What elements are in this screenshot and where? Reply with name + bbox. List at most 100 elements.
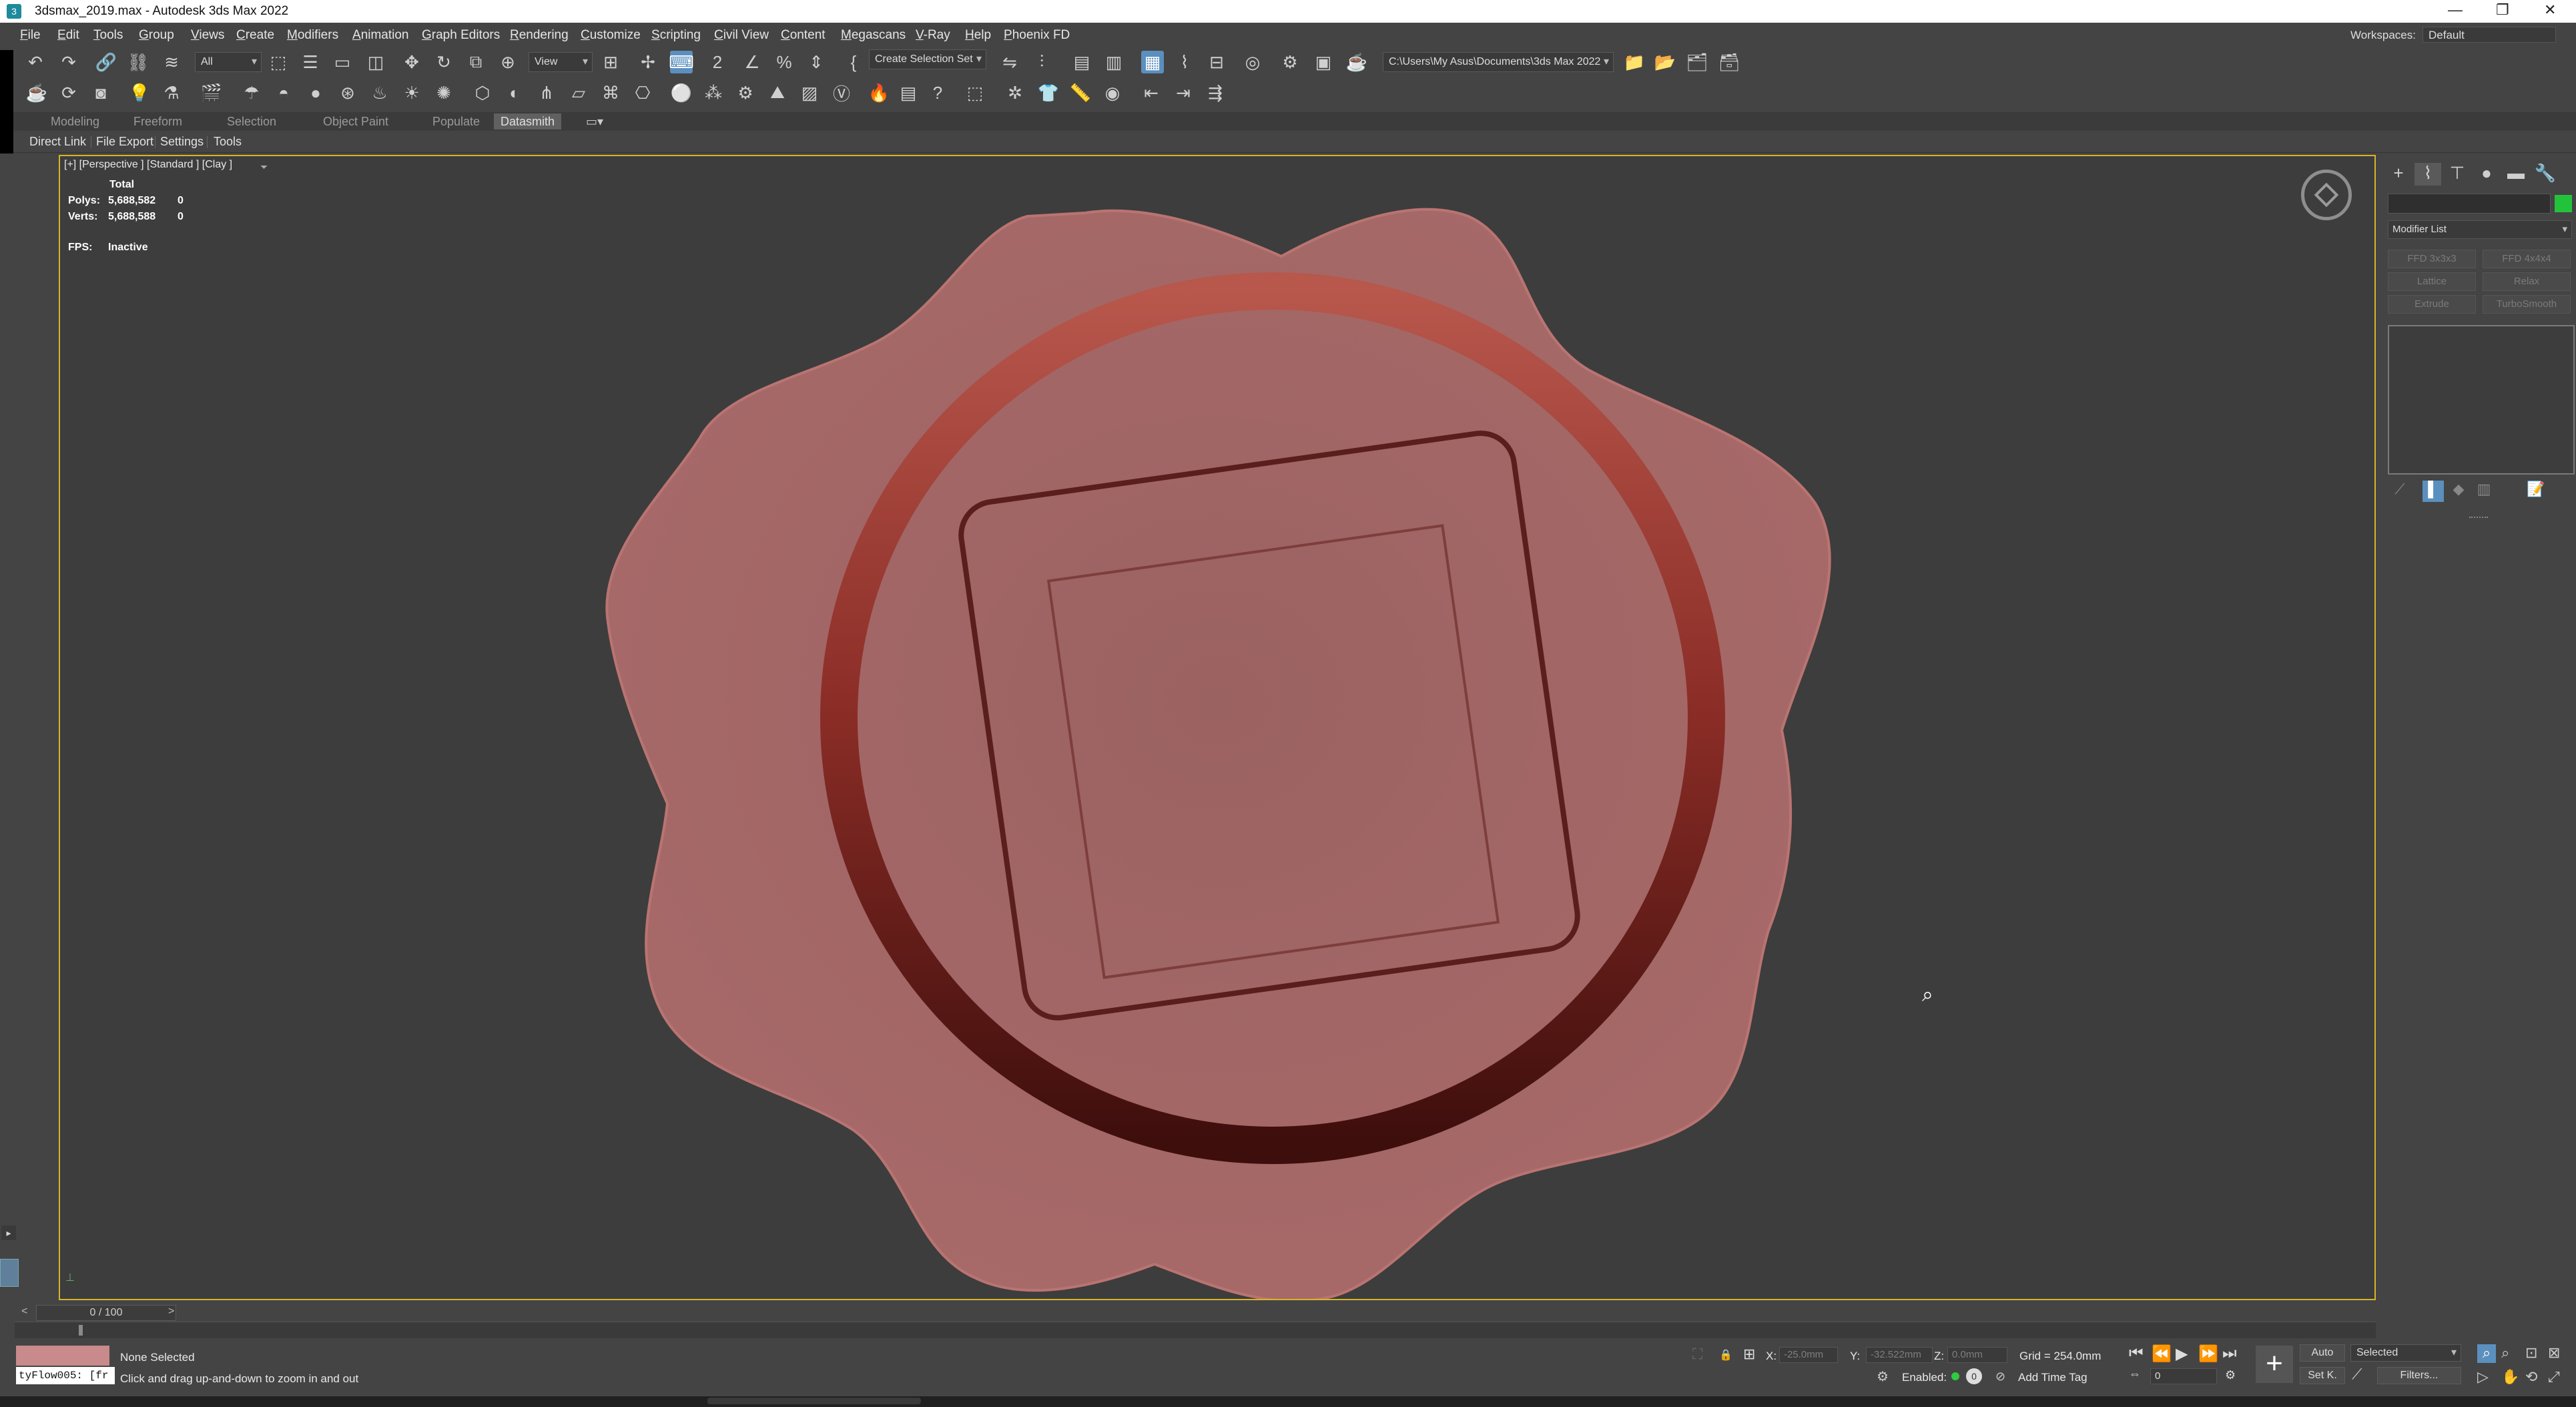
maxscript-mini-listener[interactable]: tyFlow005: [fr <box>16 1367 115 1384</box>
current-frame-field[interactable]: 0 <box>2150 1368 2217 1384</box>
auto-key-button[interactable]: Auto <box>2300 1344 2345 1362</box>
material-editor-icon[interactable]: ◎ <box>1241 51 1264 73</box>
tab-datasmith[interactable]: Datasmith <box>494 113 562 129</box>
viewcube-icon[interactable] <box>2301 170 2352 220</box>
menu-vray[interactable]: V-Ray <box>916 28 950 43</box>
viewport-label[interactable]: [+] [Perspective ] [Standard ] [Clay ] <box>64 159 232 171</box>
modifier-stack[interactable] <box>2388 325 2575 475</box>
key-mode-toggle-icon[interactable]: ⟋ <box>2352 1366 2362 1383</box>
show-end-result-icon[interactable]: ▌ <box>2423 481 2444 502</box>
y-coordinate-field[interactable]: -32.522mm <box>1866 1347 1933 1363</box>
filter-icon[interactable]: ⏷ <box>260 162 268 173</box>
utilities-tab-icon[interactable]: 🔧 <box>2532 163 2559 186</box>
link-icon[interactable]: 🔗 <box>95 51 117 73</box>
key-filter-selection-dropdown[interactable]: Selected <box>2350 1344 2461 1362</box>
selection-lock-icon[interactable]: 🔒 <box>1719 1348 1732 1362</box>
close-button[interactable]: ✕ <box>2544 1 2556 19</box>
phoenix-simulator-icon[interactable]: ⬚ <box>964 81 986 104</box>
phoenix-ruler-icon[interactable]: 📏 <box>1069 81 1092 104</box>
vray-ies-light-icon[interactable]: ⊛ <box>336 81 359 104</box>
prev-frame-icon[interactable]: < <box>21 1306 27 1318</box>
layer-explorer-icon[interactable]: ▥ <box>1102 51 1125 73</box>
set-key-button[interactable]: Set K. <box>2300 1367 2345 1384</box>
next-key-icon[interactable]: ⏩ <box>2198 1344 2218 1364</box>
tools-button[interactable]: Tools <box>214 135 242 149</box>
phoenix-source-icon[interactable]: ✲ <box>1004 81 1026 104</box>
track-bar[interactable] <box>15 1322 2376 1338</box>
ffd4-button[interactable]: FFD 4x4x4 <box>2483 250 2571 268</box>
next-frame-icon[interactable]: > <box>168 1306 174 1318</box>
pivot-center-icon[interactable]: ⊞ <box>599 51 622 73</box>
export-icon[interactable]: ⇤ <box>1140 81 1163 104</box>
pan-view-icon[interactable]: ✋ <box>2501 1368 2519 1386</box>
select-by-name-icon[interactable]: ☰ <box>299 51 322 73</box>
vray-sun-icon[interactable]: ☀ <box>400 81 423 104</box>
turbosmooth-button[interactable]: TurboSmooth <box>2483 295 2571 314</box>
spinner-snap-icon[interactable]: ⇕ <box>805 51 828 73</box>
tab-freeform[interactable]: Freeform <box>133 115 182 129</box>
render-setup-icon[interactable]: ⚙ <box>1279 51 1301 73</box>
play-icon[interactable]: ▶ <box>2176 1344 2188 1364</box>
adaptive-degradation-icon[interactable]: ⚙ <box>1877 1368 1889 1385</box>
field-of-view-icon[interactable]: ▷ <box>2477 1368 2489 1386</box>
motion-tab-icon[interactable]: ● <box>2473 163 2500 186</box>
workspace-dropdown[interactable]: Default <box>2423 27 2556 43</box>
vray-proxy-icon[interactable]: ⬡ <box>471 81 494 104</box>
expand-layout-icon[interactable]: ▸ <box>1 1225 16 1240</box>
project-folder-icon[interactable]: 📁 <box>1623 51 1646 73</box>
object-name-field[interactable] <box>2388 194 2551 214</box>
z-coordinate-field[interactable]: 0.0mm <box>1947 1347 2007 1363</box>
settings-button[interactable]: Settings <box>160 135 204 149</box>
tab-modeling[interactable]: Modeling <box>51 115 99 129</box>
time-tag-icon[interactable]: 0 <box>1966 1368 1982 1384</box>
redo-icon[interactable]: ↷ <box>57 51 80 73</box>
direct-link-button[interactable]: Direct Link <box>29 135 86 149</box>
vray-sphere-icon[interactable]: ◐ <box>503 81 526 104</box>
selection-filter-dropdown[interactable]: All <box>195 52 262 72</box>
menu-animation[interactable]: Animation <box>352 28 409 43</box>
object-color-swatch[interactable] <box>2555 195 2572 212</box>
menu-rendering[interactable]: Rendering <box>510 28 569 43</box>
time-slider[interactable]: < 0 / 100 > <box>17 1304 2376 1322</box>
modify-tab-icon[interactable]: ⌇ <box>2414 163 2441 186</box>
zoom-extents-icon[interactable]: ⊡ <box>2525 1344 2537 1362</box>
angle-snap-icon[interactable]: ∠ <box>741 51 763 73</box>
go-to-start-icon[interactable]: ⏮ <box>2129 1344 2144 1363</box>
keyboard-shortcut-override-icon[interactable]: ⌨ <box>669 51 694 73</box>
edit-named-selection-icon[interactable]: { <box>842 51 865 73</box>
bind-space-warp-icon[interactable]: ≋ <box>160 51 183 73</box>
unlink-icon[interactable]: ⛓ <box>127 51 149 73</box>
relax-button[interactable]: Relax <box>2483 272 2571 291</box>
vray-material-converter-icon[interactable]: ⚗ <box>160 81 183 104</box>
datasmith-sync-icon[interactable]: ⇶ <box>1204 81 1227 104</box>
display-tab-icon[interactable]: ▬ <box>2503 163 2529 186</box>
mirror-icon[interactable]: ⇋ <box>998 51 1021 73</box>
vray-toolbar-icon[interactable]: ▨ <box>798 81 821 104</box>
rendered-frame-window-icon[interactable]: ▣ <box>1312 51 1335 73</box>
time-config-icon[interactable]: ⚙ <box>2225 1368 2236 1382</box>
rect-selection-icon[interactable]: ▭ <box>331 51 354 73</box>
restore-button[interactable]: ❐ <box>2496 1 2509 19</box>
modifier-list-dropdown[interactable]: Modifier List <box>2388 220 2572 239</box>
vray-light-lister-icon[interactable]: 💡 <box>128 81 151 104</box>
menu-graph-editors[interactable]: Graph Editors <box>422 28 500 43</box>
vray-texture-icon[interactable]: ⛰ <box>766 81 789 104</box>
vray-mtl-multi-icon[interactable]: ⁂ <box>702 81 725 104</box>
percent-snap-icon[interactable]: % <box>773 51 795 73</box>
lattice-button[interactable]: Lattice <box>2388 272 2476 291</box>
menu-customize[interactable]: Customize <box>581 28 641 43</box>
ffd3-button[interactable]: FFD 3x3x3 <box>2388 250 2476 268</box>
scene-explorer-icon[interactable]: ▤ <box>1070 51 1093 73</box>
tab-populate[interactable]: Populate <box>432 115 480 129</box>
tab-object-paint[interactable]: Object Paint <box>323 115 388 129</box>
vray-plane-light-icon[interactable]: ☂ <box>240 81 263 104</box>
track-bar-marker[interactable] <box>79 1325 83 1336</box>
make-unique-icon[interactable]: ◆ <box>2448 481 2469 502</box>
vray-ambient-light-icon[interactable]: ♨ <box>368 81 391 104</box>
taskbar-search[interactable] <box>707 1398 921 1404</box>
isolate-selection-icon[interactable]: ⛶ <box>1692 1346 1702 1363</box>
menu-content[interactable]: Content <box>781 28 826 43</box>
placement-icon[interactable]: ⊕ <box>497 51 519 73</box>
vray-frame-buffer-icon[interactable]: ◙ <box>89 81 112 104</box>
phoenix-liquid-icon[interactable]: ▤ <box>897 81 920 104</box>
